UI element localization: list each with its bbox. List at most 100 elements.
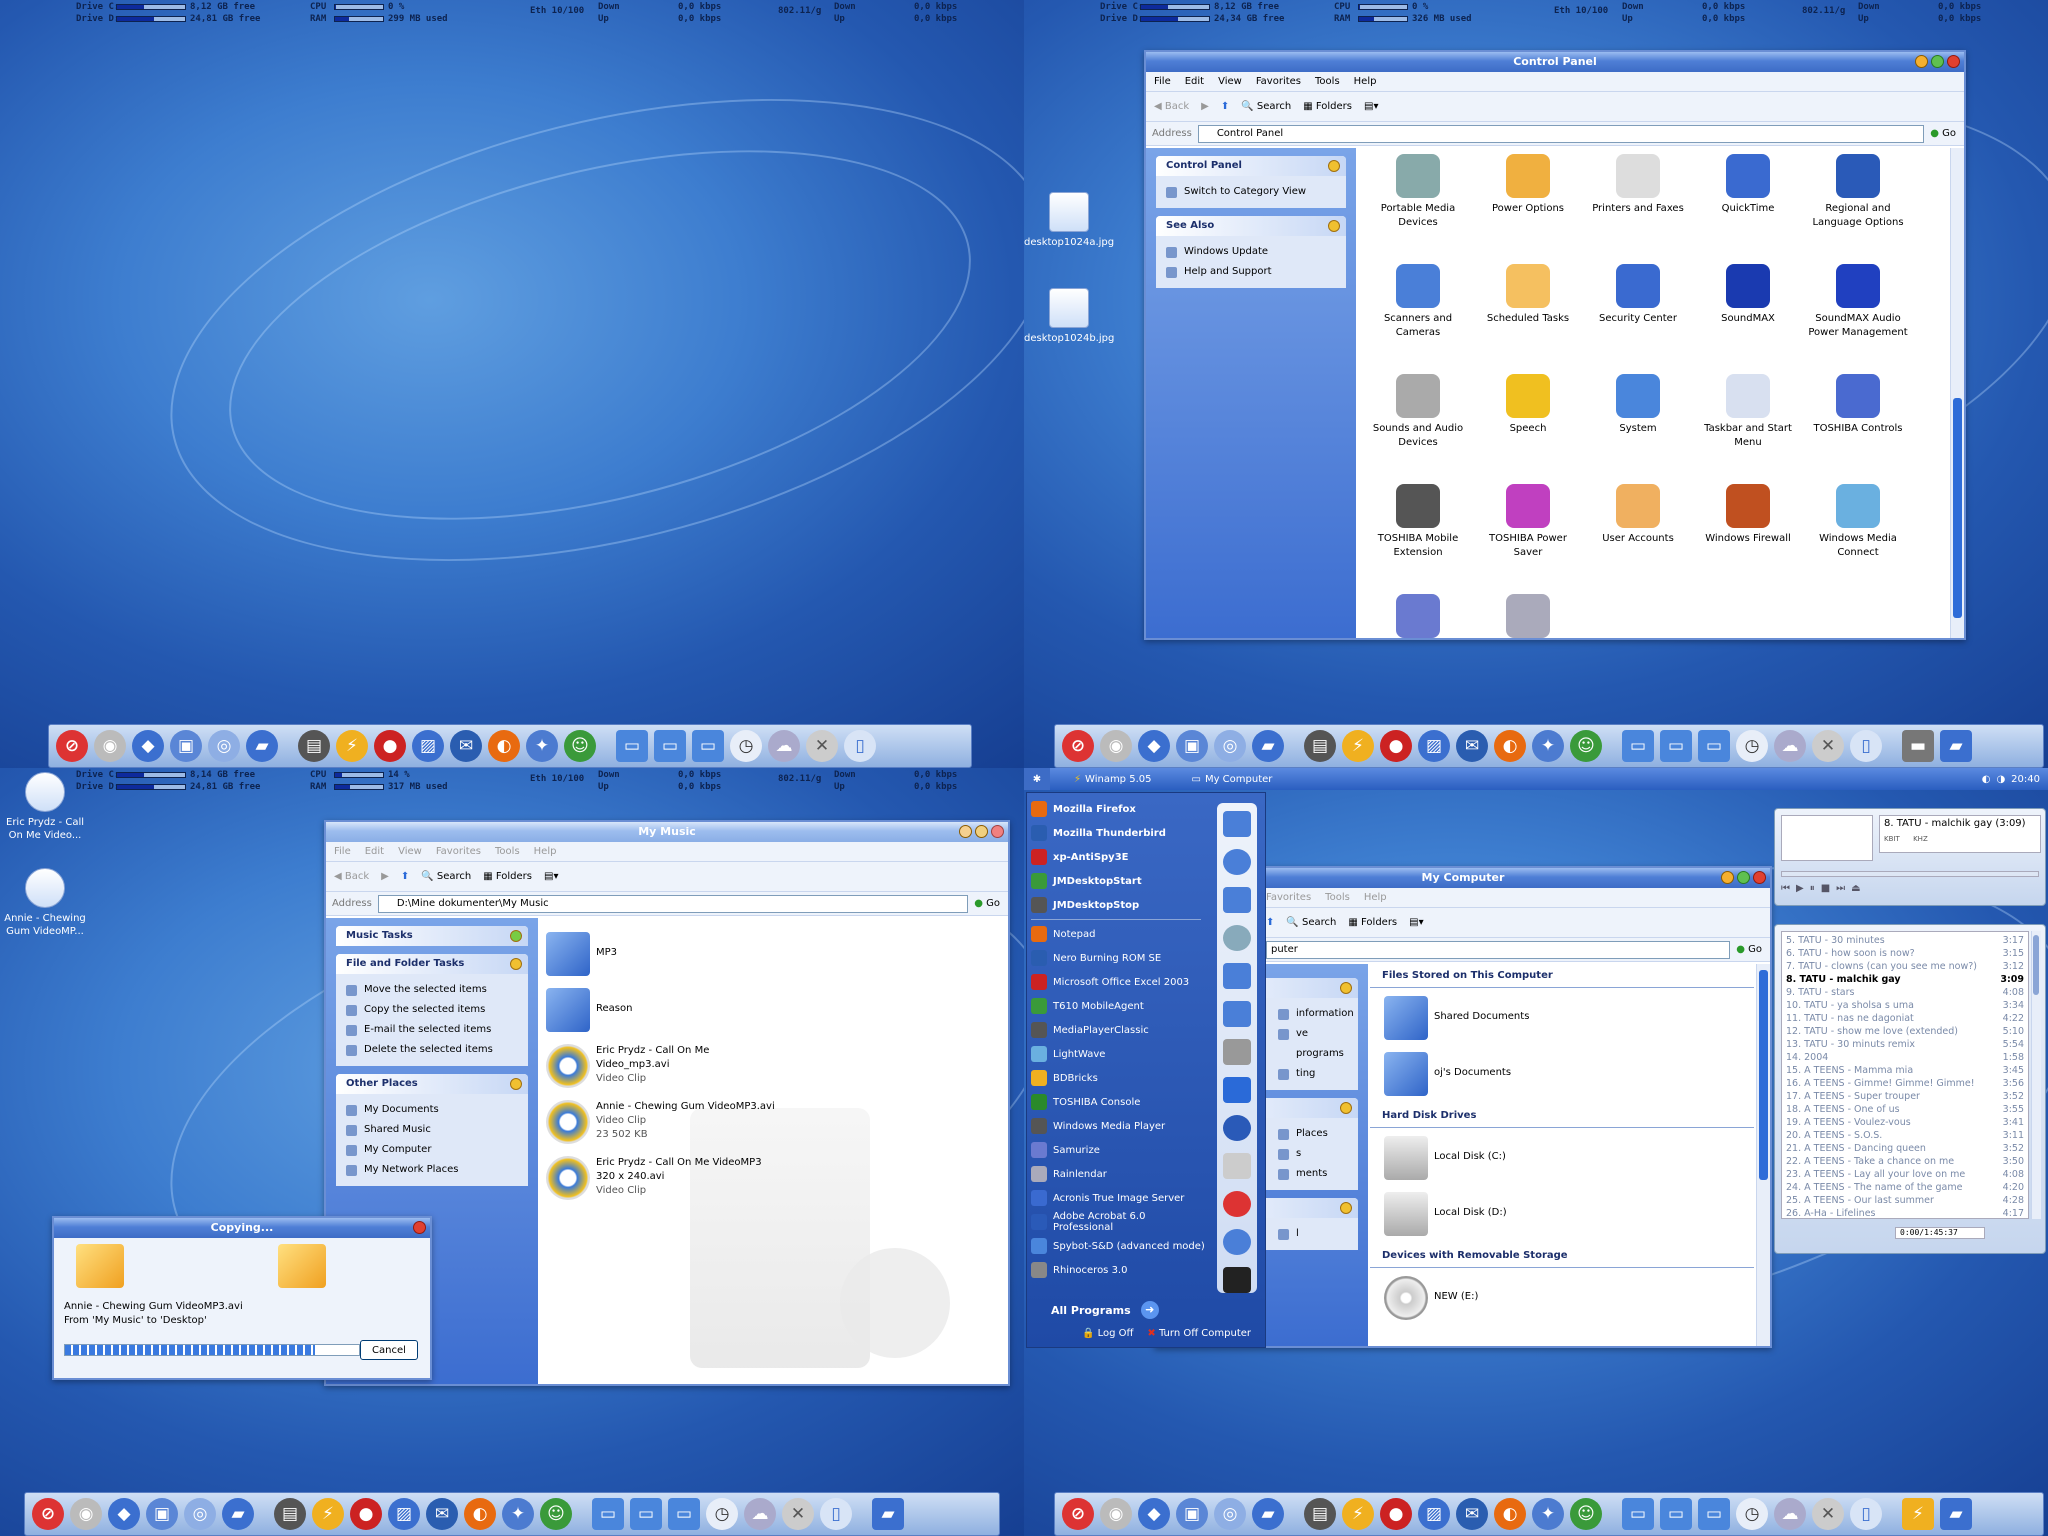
cd-icon[interactable]: ◉ — [70, 1498, 102, 1530]
menu-help[interactable]: Help — [1354, 76, 1377, 87]
monitor-icon[interactable] — [1223, 963, 1251, 989]
program-item[interactable]: Windows Media Player — [1027, 1114, 1205, 1138]
maximize-button[interactable] — [1737, 871, 1750, 884]
folder-icon[interactable]: ▰ — [222, 1498, 254, 1530]
menu-view[interactable]: View — [1218, 76, 1242, 87]
playlist-item[interactable]: 13. TATU - 30 minuts remix 5:54 — [1786, 1038, 2024, 1051]
keyboard-icon[interactable]: ▤ — [1304, 730, 1336, 762]
playlist-item[interactable]: 12. TATU - show me love (extended) 5:10 — [1786, 1025, 2024, 1038]
playlist-item[interactable]: 18. A TEENS - One of us 3:55 — [1786, 1103, 2024, 1116]
msn-icon[interactable]: ☺ — [1570, 1498, 1602, 1530]
search-icon[interactable] — [1223, 1229, 1251, 1255]
copying-dialog[interactable]: Copying... Annie - Chewing Gum VideoMP3.… — [52, 1216, 432, 1380]
task-link[interactable]: Places — [1278, 1124, 1348, 1144]
folder-item[interactable]: oj's Documents — [1370, 1048, 1754, 1104]
go-button[interactable]: ● Go — [1736, 944, 1770, 955]
control-panel-window[interactable]: Control Panel File Edit View Favorites T… — [1144, 50, 1966, 640]
tools-icon[interactable]: ✕ — [806, 730, 838, 762]
search-button[interactable]: 🔍 Search — [421, 871, 471, 882]
collapse-icon[interactable] — [1340, 982, 1352, 994]
tux-icon[interactable]: ◆ — [1138, 730, 1170, 762]
image-icon[interactable]: ▨ — [1418, 730, 1450, 762]
camera-icon[interactable]: ▣ — [1176, 1498, 1208, 1530]
weather-icon[interactable]: ☁ — [1774, 1498, 1806, 1530]
my-documents-link[interactable]: My Documents — [346, 1100, 518, 1120]
disc-icon[interactable]: ◎ — [208, 730, 240, 762]
no-entry-icon[interactable]: ⊘ — [32, 1498, 64, 1530]
file-item[interactable]: Annie - Chewing Gum VideoMP3.avi Video Cl… — [546, 1100, 775, 1144]
up-button[interactable]: ⬆ — [401, 871, 409, 882]
pinned-program-item[interactable]: JMDesktopStart — [1027, 869, 1205, 893]
playlist-item[interactable]: 15. A TEENS - Mamma mia 3:45 — [1786, 1064, 2024, 1077]
file-item[interactable]: Eric Prydz - Call On Me Video_mp3.avi Vide… — [546, 1044, 709, 1088]
weather-icon[interactable]: ☁ — [768, 730, 800, 762]
all-programs-button[interactable]: All Programs ➜ — [1051, 1301, 1159, 1319]
search-button[interactable]: 🔍 Search — [1241, 101, 1291, 112]
program-item[interactable]: TOSHIBA Console — [1027, 1090, 1205, 1114]
menu-tools[interactable]: Tools — [495, 846, 520, 857]
nero-icon[interactable]: ● — [374, 730, 406, 762]
network-tray-icon[interactable]: ◐ — [1982, 774, 1991, 785]
firefox-icon[interactable]: ◐ — [1494, 1498, 1526, 1530]
menu-file[interactable]: File — [334, 846, 351, 857]
image-icon[interactable]: ▨ — [388, 1498, 420, 1530]
playlist-item[interactable]: 8. TATU - malchik gay 3:09 — [1786, 973, 2024, 986]
trash-icon[interactable]: ▯ — [1850, 730, 1882, 762]
control-panel-item[interactable]: Scheduled Tasks — [1474, 264, 1582, 326]
keyboard-icon[interactable]: ▤ — [274, 1498, 306, 1530]
desktop-file-icon[interactable]: Annie - Chewing Gum VideoMP... — [0, 868, 90, 938]
file-item[interactable]: Eric Prydz - Call On Me VideoMP3 320 x 24… — [546, 1156, 762, 1200]
program-item[interactable]: Notepad — [1027, 922, 1205, 946]
scrollbar[interactable] — [1950, 148, 1964, 638]
cd-icon[interactable]: ◉ — [1100, 730, 1132, 762]
playlist-item[interactable]: 23. A TEENS - Lay all your love on me 4:0… — [1786, 1168, 2024, 1181]
task-group-header[interactable]: Other Places — [336, 1074, 528, 1094]
menu-help[interactable]: Help — [534, 846, 557, 857]
up-button[interactable]: ⬆ — [1221, 101, 1229, 112]
task-group-header[interactable]: Control Panel — [1156, 156, 1346, 176]
control-panel-item[interactable]: Security Center — [1584, 264, 1692, 326]
control-panel-item[interactable]: Windows Firewall — [1694, 484, 1802, 546]
minimize-button[interactable] — [959, 825, 972, 838]
stop-button[interactable]: ■ — [1821, 883, 1830, 894]
no-entry-icon[interactable]: ⊘ — [1062, 730, 1094, 762]
program-item[interactable]: Nero Burning ROM SE — [1027, 946, 1205, 970]
menu-favorites[interactable]: Favorites — [436, 846, 481, 857]
tools-icon[interactable]: ✕ — [1812, 730, 1844, 762]
drive-item[interactable]: Local Disk (D:) — [1370, 1188, 1754, 1244]
menu-help[interactable]: Help — [1364, 892, 1387, 903]
firefox-icon[interactable]: ◐ — [488, 730, 520, 762]
playlist-item[interactable]: 5. TATU - 30 minutes 3:17 — [1786, 934, 2024, 947]
control-panel-item[interactable]: QuickTime — [1694, 154, 1802, 216]
shared-music-link[interactable]: Shared Music — [346, 1120, 518, 1140]
task-link[interactable]: l — [1278, 1224, 1348, 1244]
control-panel-item[interactable]: TOSHIBA Mobile Extension — [1364, 484, 1472, 560]
maximize-button[interactable] — [975, 825, 988, 838]
folder-item[interactable]: Reason — [546, 988, 632, 1032]
drive-item[interactable]: Local Disk (C:) — [1370, 1128, 1754, 1188]
collapse-icon[interactable] — [1340, 1102, 1352, 1114]
winamp-icon[interactable]: ⚡ — [312, 1498, 344, 1530]
msn-icon[interactable]: ☺ — [540, 1498, 572, 1530]
drive-item[interactable]: NEW (E:) — [1370, 1268, 1754, 1328]
next-button[interactable]: ⏭ — [1836, 883, 1845, 894]
winamp-main[interactable]: 8. TATU - malchik gay (3:09) KBIT KHZ ⏮ ▶… — [1774, 808, 2046, 906]
control-panel-item[interactable]: Windows Media Connect — [1804, 484, 1912, 560]
keyboard-icon[interactable]: ▤ — [1304, 1498, 1336, 1530]
task-group-header[interactable]: See Also — [1156, 216, 1346, 236]
views-button[interactable]: ▤▾ — [544, 871, 558, 882]
trash-icon[interactable]: ▯ — [1850, 1498, 1882, 1530]
tux-icon[interactable]: ◆ — [132, 730, 164, 762]
pinned-program-item[interactable]: xp-AntiSpy3E — [1027, 845, 1205, 869]
close-button[interactable] — [1753, 871, 1766, 884]
scrollbar[interactable] — [1756, 964, 1770, 1346]
clock-icon[interactable]: ◷ — [730, 730, 762, 762]
camera-icon[interactable]: ▣ — [1176, 730, 1208, 762]
playlist-item[interactable]: 14. 2004 1:58 — [1786, 1051, 2024, 1064]
nero-icon[interactable]: ● — [1380, 730, 1412, 762]
window-titlebar[interactable]: My Music — [326, 822, 1008, 842]
playlist-item[interactable]: 24. A TEENS - The name of the game 4:20 — [1786, 1181, 2024, 1194]
program-item[interactable]: Rainlendar — [1027, 1162, 1205, 1186]
playlist-item[interactable]: 26. A-Ha - Lifelines 4:17 — [1786, 1207, 2024, 1218]
network-icon[interactable] — [1223, 1001, 1251, 1027]
